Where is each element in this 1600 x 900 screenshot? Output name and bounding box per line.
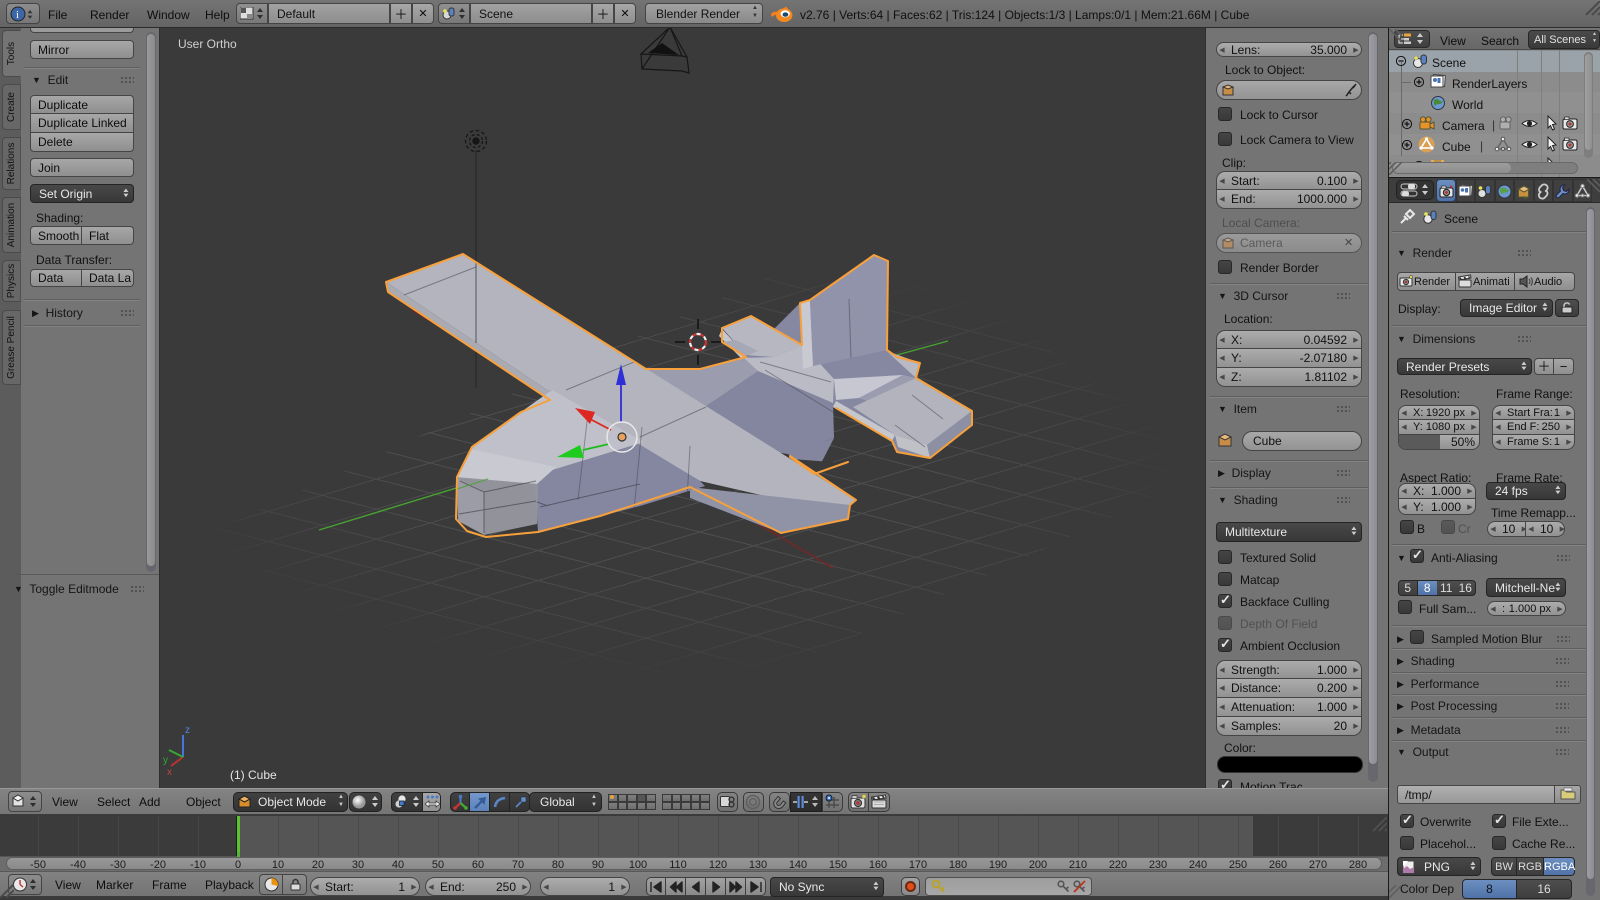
svg-text:i: i: [16, 9, 19, 21]
svg-text:y: y: [163, 755, 168, 766]
svg-text:(1) Cube: (1) Cube: [230, 768, 277, 782]
svg-text:User Ortho: User Ortho: [178, 37, 237, 51]
svg-text:x: x: [167, 767, 172, 778]
svg-text:z: z: [185, 725, 190, 736]
